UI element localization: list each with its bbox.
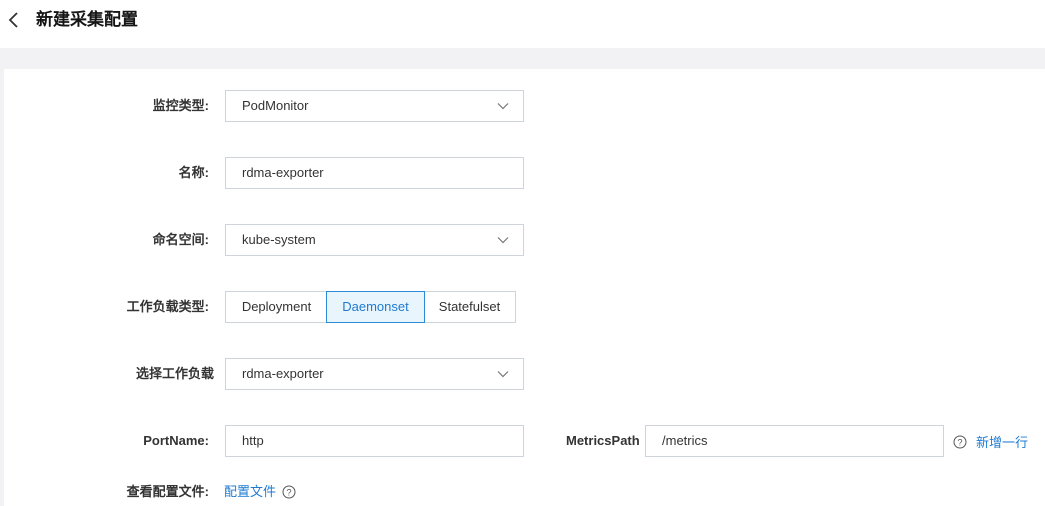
help-circle-icon[interactable]: ? <box>282 485 296 499</box>
namespace-label: 命名空间: <box>152 232 209 247</box>
namespace-select[interactable]: kube-system <box>225 224 524 256</box>
chevron-down-icon <box>497 103 509 110</box>
chevron-down-icon <box>497 237 509 244</box>
monitor-type-label: 监控类型: <box>152 98 209 113</box>
workload-label: 选择工作负载 <box>135 366 214 381</box>
back-arrow-icon[interactable] <box>6 10 22 30</box>
port-name-input[interactable]: http <box>225 425 524 457</box>
config-file-label: 查看配置文件: <box>126 484 209 499</box>
metrics-path-value: /metrics <box>662 433 708 448</box>
metrics-path-input[interactable]: /metrics <box>645 425 944 457</box>
metrics-path-label: MetricsPath <box>566 433 640 448</box>
svg-text:?: ? <box>286 487 291 497</box>
help-circle-icon[interactable]: ? <box>953 435 967 449</box>
monitor-type-value: PodMonitor <box>242 98 309 113</box>
chevron-down-icon <box>497 371 509 378</box>
port-name-label: PortName: <box>143 433 209 448</box>
page-header: 新建采集配置 <box>0 0 1045 48</box>
namespace-value: kube-system <box>242 232 316 247</box>
workload-type-deployment[interactable]: Deployment <box>225 291 328 323</box>
port-name-value: http <box>242 433 264 448</box>
monitor-type-select[interactable]: PodMonitor <box>225 90 524 122</box>
workload-type-label: 工作负载类型: <box>126 299 209 314</box>
page-title: 新建采集配置 <box>36 10 138 29</box>
name-input[interactable]: rdma-exporter <box>225 157 524 189</box>
name-label: 名称: <box>178 165 209 180</box>
add-row-link[interactable]: 新增一行 <box>976 435 1028 451</box>
workload-value: rdma-exporter <box>242 366 324 381</box>
workload-select[interactable]: rdma-exporter <box>225 358 524 390</box>
svg-text:?: ? <box>957 437 962 447</box>
config-file-link[interactable]: 配置文件 <box>224 484 276 500</box>
form-panel: 监控类型: PodMonitor 名称: rdma-exporter 命名空间:… <box>4 69 1045 506</box>
workload-type-statefulset[interactable]: Statefulset <box>423 291 516 323</box>
workload-type-daemonset[interactable]: Daemonset <box>326 291 425 323</box>
name-value: rdma-exporter <box>242 165 324 180</box>
